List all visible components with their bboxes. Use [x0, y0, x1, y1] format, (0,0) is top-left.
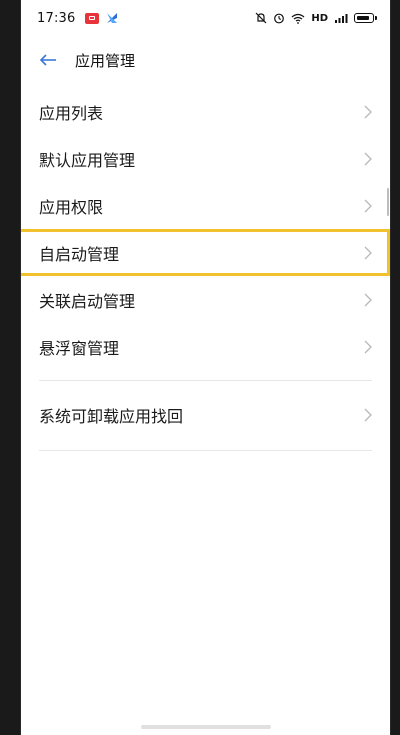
menu-item-floating-window[interactable]: 悬浮窗管理	[21, 323, 390, 370]
status-time: 17:36	[37, 10, 76, 26]
chevron-right-icon	[364, 152, 372, 166]
chevron-right-icon	[364, 105, 372, 119]
menu-item-app-list[interactable]: 应用列表	[21, 88, 390, 135]
chevron-right-icon	[364, 246, 372, 260]
app-notification-icon	[85, 12, 100, 24]
menu-item-label: 默认应用管理	[39, 150, 136, 170]
settings-list: 应用列表 默认应用管理 应用权限 自启动管理 关联启动管理 悬浮窗管理 系统可卸…	[21, 88, 390, 461]
alarm-icon	[274, 13, 285, 24]
menu-item-label: 关联启动管理	[39, 291, 136, 311]
chevron-right-icon	[364, 340, 372, 354]
menu-item-label: 应用列表	[39, 103, 104, 123]
menu-item-label: 应用权限	[39, 197, 104, 217]
menu-item-label: 系统可卸载应用找回	[39, 406, 184, 426]
divider	[39, 450, 372, 451]
network-type: HD	[311, 12, 328, 24]
menu-item-default-apps[interactable]: 默认应用管理	[21, 135, 390, 182]
chevron-right-icon	[364, 293, 372, 307]
menu-item-label: 悬浮窗管理	[39, 338, 120, 358]
back-button[interactable]	[33, 45, 63, 75]
notification-icons	[85, 11, 119, 25]
signal-icon	[335, 13, 348, 23]
divider	[39, 380, 372, 381]
back-arrow-icon	[39, 54, 56, 66]
menu-item-autostart[interactable]: 自启动管理	[21, 229, 390, 276]
home-indicator[interactable]	[141, 725, 271, 729]
status-bar: 17:36 HD	[21, 0, 390, 36]
chevron-right-icon	[364, 199, 372, 213]
menu-item-associated-start[interactable]: 关联启动管理	[21, 276, 390, 323]
chevron-right-icon	[364, 408, 372, 422]
battery-icon	[354, 13, 377, 23]
page-title: 应用管理	[75, 51, 136, 70]
status-right: HD	[255, 12, 377, 24]
menu-item-restore-system-apps[interactable]: 系统可卸载应用找回	[21, 391, 390, 438]
wifi-icon	[291, 13, 305, 24]
scrollbar[interactable]	[387, 188, 389, 216]
menu-item-app-permissions[interactable]: 应用权限	[21, 182, 390, 229]
phone-screen: 17:36 HD 应用管理 应用列表 默认应用管理 应用权限 自启动管理 关联启…	[20, 0, 391, 735]
header: 应用管理	[21, 40, 390, 80]
pinwheel-icon	[107, 13, 118, 23]
menu-item-label: 自启动管理	[39, 244, 120, 264]
mute-icon	[255, 12, 267, 24]
